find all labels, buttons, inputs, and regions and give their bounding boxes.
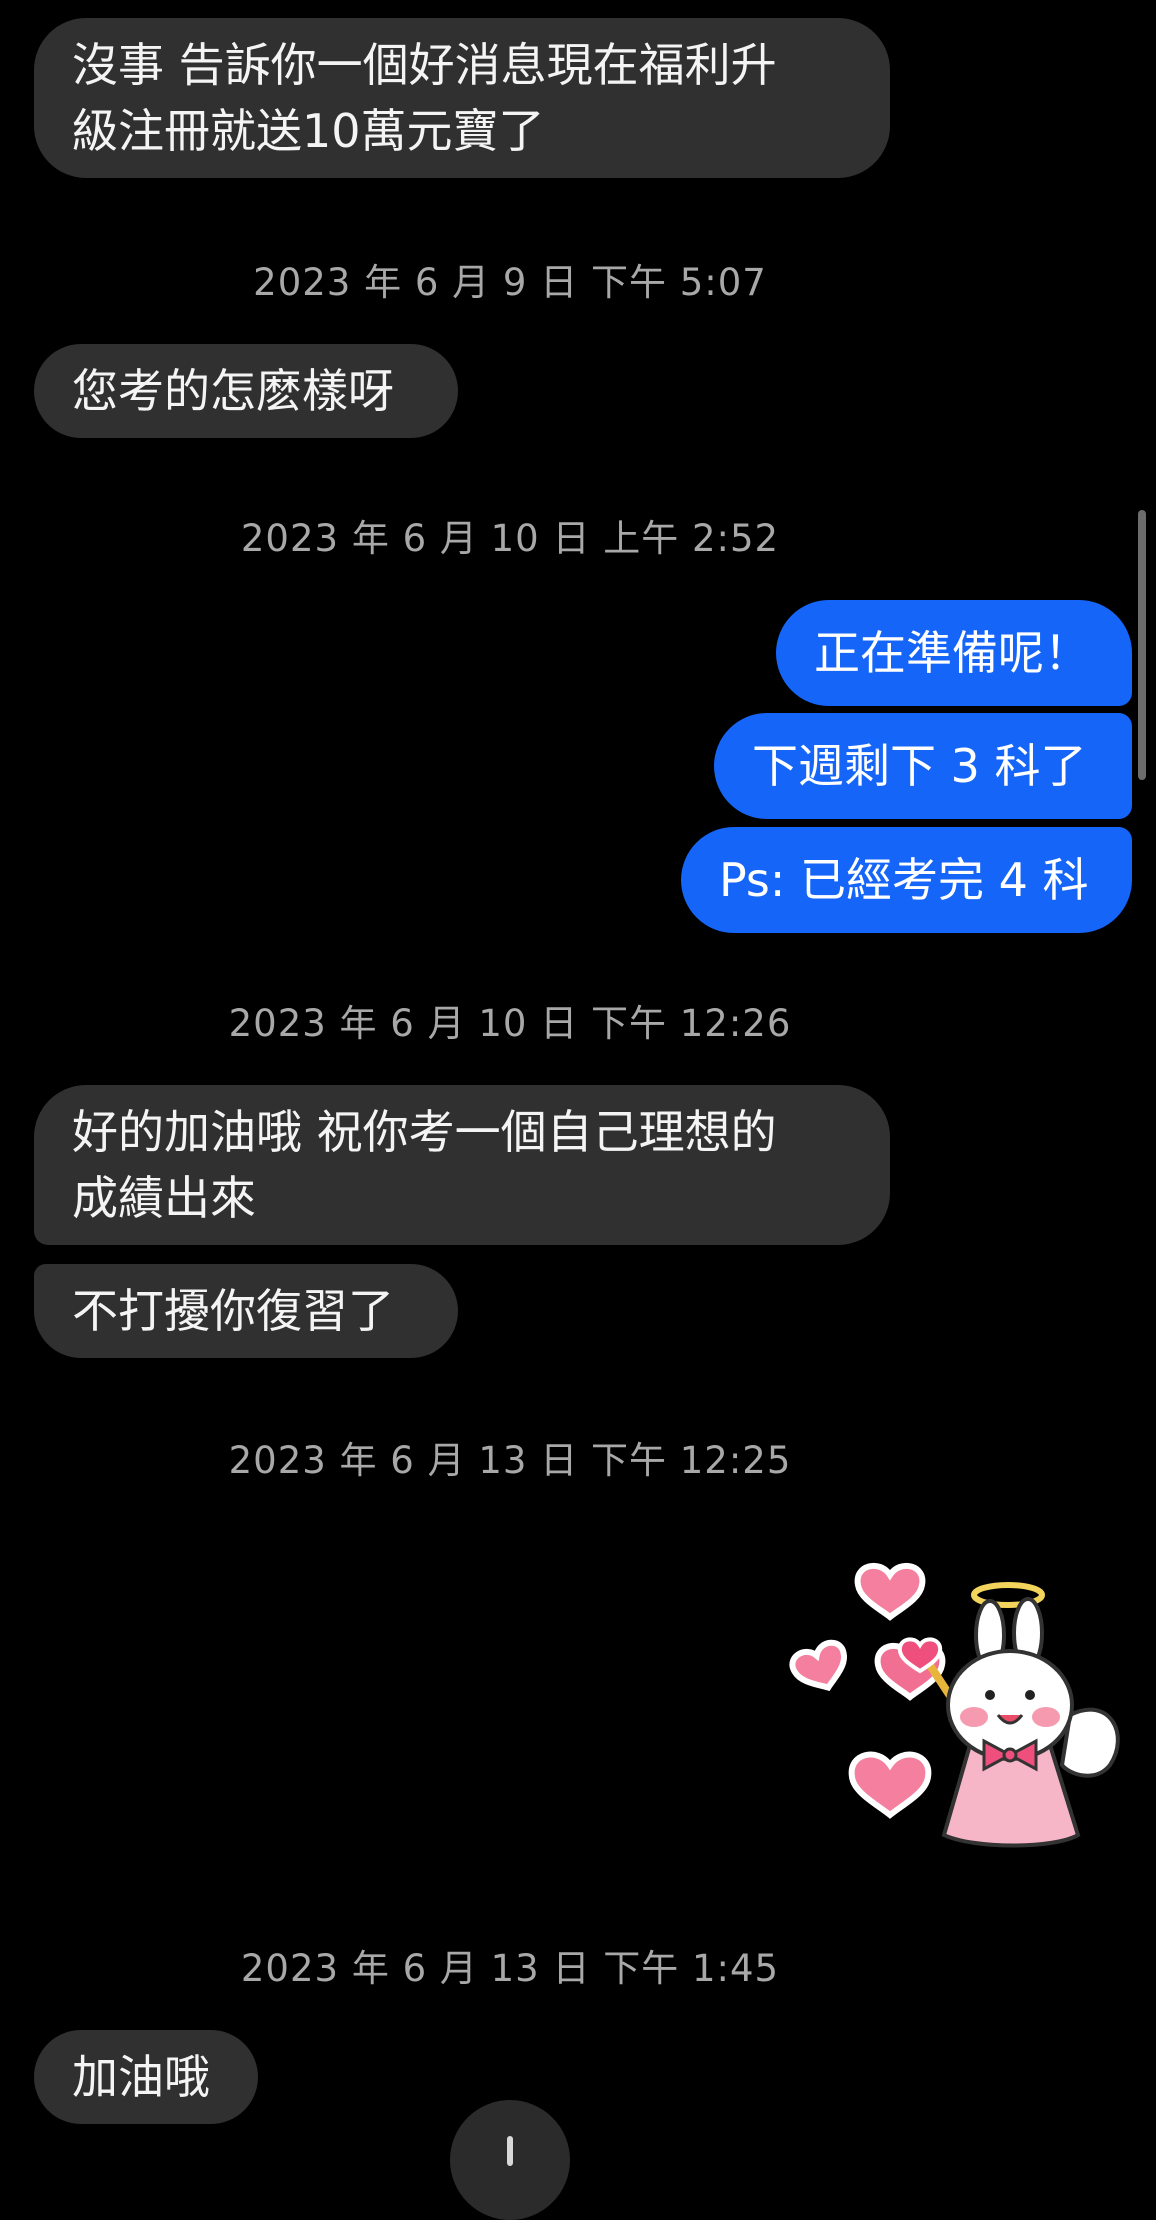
scrollbar[interactable] bbox=[1138, 510, 1146, 780]
message-timestamp: 2023 年 6 月 10 日 上午 2:52 bbox=[240, 517, 780, 560]
message-timestamp: 2023 年 6 月 10 日 下午 12:26 bbox=[228, 1002, 792, 1045]
incoming-message[interactable]: 您考的怎麽樣呀 bbox=[34, 344, 458, 438]
heart-icon bbox=[789, 1639, 847, 1692]
heart-icon bbox=[854, 1563, 926, 1621]
outgoing-message[interactable]: 正在準備呢！ bbox=[776, 600, 1132, 706]
message-timestamp: 2023 年 6 月 13 日 下午 1:45 bbox=[240, 1947, 780, 1990]
angel-bunny-hearts-sticker[interactable] bbox=[770, 1555, 1130, 1855]
incoming-message[interactable]: 不打擾你復習了 bbox=[34, 1264, 458, 1358]
sticker-image bbox=[789, 1563, 1120, 1848]
heart-icon bbox=[848, 1751, 932, 1819]
outgoing-message[interactable]: 下週剩下 3 科了 bbox=[714, 713, 1132, 819]
incoming-message[interactable]: 好的加油哦 祝你考一個自己理想的 成績出來 bbox=[34, 1085, 890, 1245]
arrow-down-icon bbox=[507, 2136, 513, 2166]
incoming-message[interactable]: 加油哦 bbox=[34, 2030, 258, 2124]
scroll-to-bottom-button[interactable] bbox=[450, 2100, 570, 2220]
message-timestamp: 2023 年 6 月 9 日 下午 5:07 bbox=[253, 261, 767, 304]
message-timestamp: 2023 年 6 月 13 日 下午 12:25 bbox=[228, 1439, 792, 1482]
incoming-message[interactable]: 沒事 告訴你一個好消息現在福利升 級注冊就送10萬元寶了 bbox=[34, 18, 890, 178]
outgoing-message[interactable]: Ps: 已經考完 4 科 bbox=[681, 827, 1132, 933]
